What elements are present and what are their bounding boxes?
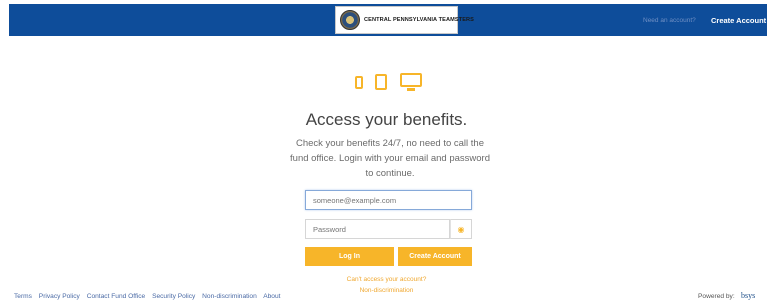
footer-link-privacy[interactable]: Privacy Policy (39, 293, 80, 300)
footer-link-terms[interactable]: Terms (14, 293, 32, 300)
logo[interactable]: CENTRAL PENNSYLVANIA TEAMSTERS (335, 6, 474, 34)
login-button[interactable]: Log In (305, 247, 394, 266)
monitor-stand-icon (407, 88, 415, 91)
page-title: Access your benefits. (305, 110, 468, 129)
logo-text: CENTRAL PENNSYLVANIA TEAMSTERS (364, 17, 475, 23)
eye-icon: ◉ (457, 224, 465, 234)
footer-link-contact[interactable]: Contact Fund Office (87, 293, 146, 300)
email-field[interactable] (305, 190, 472, 210)
cant-access-link[interactable]: Can't access your account? (0, 276, 773, 283)
union-seal-icon (340, 10, 360, 30)
password-field[interactable] (305, 219, 450, 239)
create-account-button[interactable]: Create Account (398, 247, 472, 266)
header-create-account-link[interactable]: Create Account (711, 16, 766, 25)
footer-link-security[interactable]: Security Policy (152, 293, 195, 300)
brand-logo[interactable]: bsys (741, 291, 755, 300)
footer-link-nondiscrimination[interactable]: Non-discrimination (202, 293, 257, 300)
monitor-icon (400, 73, 422, 87)
page: CENTRAL PENNSYLVANIA TEAMSTERS Need an a… (0, 0, 773, 304)
phone-icon (355, 76, 363, 89)
tablet-icon (375, 74, 387, 90)
footer-links: Terms Privacy Policy Contact Fund Office… (14, 293, 285, 300)
need-account-text: Need an account? (643, 17, 696, 24)
intro-text: Check your benefits 24/7, no need to cal… (290, 138, 490, 179)
powered-by-text: Powered by: (698, 293, 735, 300)
show-password-button[interactable]: ◉ (450, 219, 472, 239)
header-bar: CENTRAL PENNSYLVANIA TEAMSTERS Need an a… (9, 4, 767, 36)
footer-link-about[interactable]: About (263, 293, 280, 300)
